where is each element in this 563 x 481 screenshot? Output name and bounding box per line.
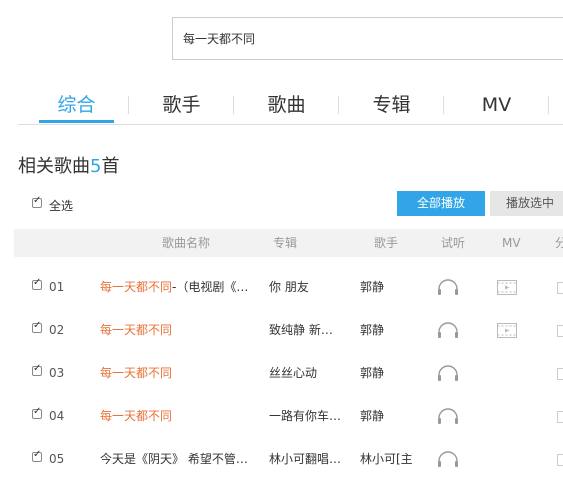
song-album[interactable]: 致纯静 新… [269,309,349,352]
song-artist[interactable]: 郭静 [360,266,415,309]
song-album[interactable]: 你 朋友 [269,266,349,309]
song-number: 03 [49,366,65,380]
share-icon[interactable] [557,368,563,380]
tab-divider [338,96,339,114]
song-table-header: 歌曲名称 专辑 歌手 试听 MV 分 [14,229,563,257]
column-header-share: 分 [555,236,563,250]
song-count-unit: 首 [101,156,120,177]
tab-albums[interactable]: 专辑 [354,88,429,122]
song-title[interactable]: 今天是《阴天》 希望不管… [100,438,260,481]
tab-artists[interactable]: 歌手 [144,88,219,122]
tab-divider [548,96,549,114]
headphone-icon[interactable] [437,279,459,296]
mv-icon[interactable] [497,280,517,295]
song-number: 04 [49,409,65,423]
column-header-name: 歌曲名称 [162,236,211,250]
song-title-highlight: 每一天都不同 [100,366,173,380]
song-artist[interactable]: 林小可[主 [360,438,415,481]
song-number: 02 [49,323,65,337]
section-title-text: 相关歌曲 [18,156,90,177]
song-row[interactable]: 03 每一天都不同 丝丝心动郭静 [14,352,563,395]
song-row[interactable]: 01每一天都不同-（电视剧《…你 朋友郭静 [14,266,563,309]
song-album[interactable]: 林小可翻唱… [269,438,349,481]
tab-divider [128,96,129,114]
song-artist[interactable]: 郭静 [360,352,415,395]
share-icon[interactable] [557,325,563,337]
song-checkbox[interactable] [32,449,42,462]
tab-divider [443,96,444,114]
song-title-rest: 今天是《阴天》 希望不管… [100,452,248,466]
share-icon[interactable] [557,282,563,294]
song-title-highlight: 每一天都不同 [100,280,173,294]
song-count: 5 [90,156,102,177]
select-all-label: 全选 [49,199,74,213]
headphone-icon[interactable] [437,451,459,468]
song-title[interactable]: 每一天都不同 [100,309,260,352]
search-input[interactable] [173,18,563,59]
section-title: 相关歌曲5首 [18,152,119,178]
song-title[interactable]: 每一天都不同-（电视剧《… [100,266,260,309]
tab-songs[interactable]: 歌曲 [249,88,324,122]
song-checkbox[interactable] [32,363,42,376]
headphone-icon[interactable] [437,408,459,425]
search-box[interactable] [172,17,563,60]
active-tab-indicator [39,120,114,123]
song-checkbox[interactable] [32,320,42,333]
play-all-button[interactable]: 全部播放 [397,191,485,216]
song-number: 01 [49,280,65,294]
share-icon[interactable] [557,411,563,423]
column-header-listen: 试听 [441,236,466,250]
song-title-highlight: 每一天都不同 [100,409,173,423]
song-row[interactable]: 05 今天是《阴天》 希望不管… 林小可翻唱… 林小可[主 [14,438,563,481]
tab-all[interactable]: 综合 [39,88,114,122]
song-album[interactable]: 一路有你车… [269,395,349,438]
headphone-icon[interactable] [437,322,459,339]
play-selected-button[interactable]: 播放选中 [490,191,563,216]
song-album[interactable]: 丝丝心动 [269,352,349,395]
song-row[interactable]: 02 每一天都不同 致纯静 新… 郭静 [14,309,563,352]
share-icon[interactable] [557,454,563,466]
mv-icon[interactable] [497,323,517,338]
column-header-album: 专辑 [273,236,298,250]
tab-divider [233,96,234,114]
song-number: 05 [49,452,65,466]
song-checkbox[interactable] [32,406,42,419]
result-tabs: 综合 歌手 歌曲 专辑 MV [18,88,563,125]
song-title[interactable]: 每一天都不同 [100,395,260,438]
song-checkbox[interactable] [32,277,42,290]
column-header-artist: 歌手 [374,236,399,250]
song-title-highlight: 每一天都不同 [100,323,173,337]
song-title[interactable]: 每一天都不同 [100,352,260,395]
headphone-icon[interactable] [437,365,459,382]
song-artist[interactable]: 郭静 [360,395,415,438]
column-header-mv: MV [502,236,521,250]
song-row[interactable]: 04 每一天都不同 一路有你车… 郭静 [14,395,563,438]
song-artist[interactable]: 郭静 [360,309,415,352]
select-all-checkbox[interactable] [32,195,42,208]
tab-mv[interactable]: MV [459,88,534,122]
song-title-rest: -（电视剧《… [172,280,249,294]
